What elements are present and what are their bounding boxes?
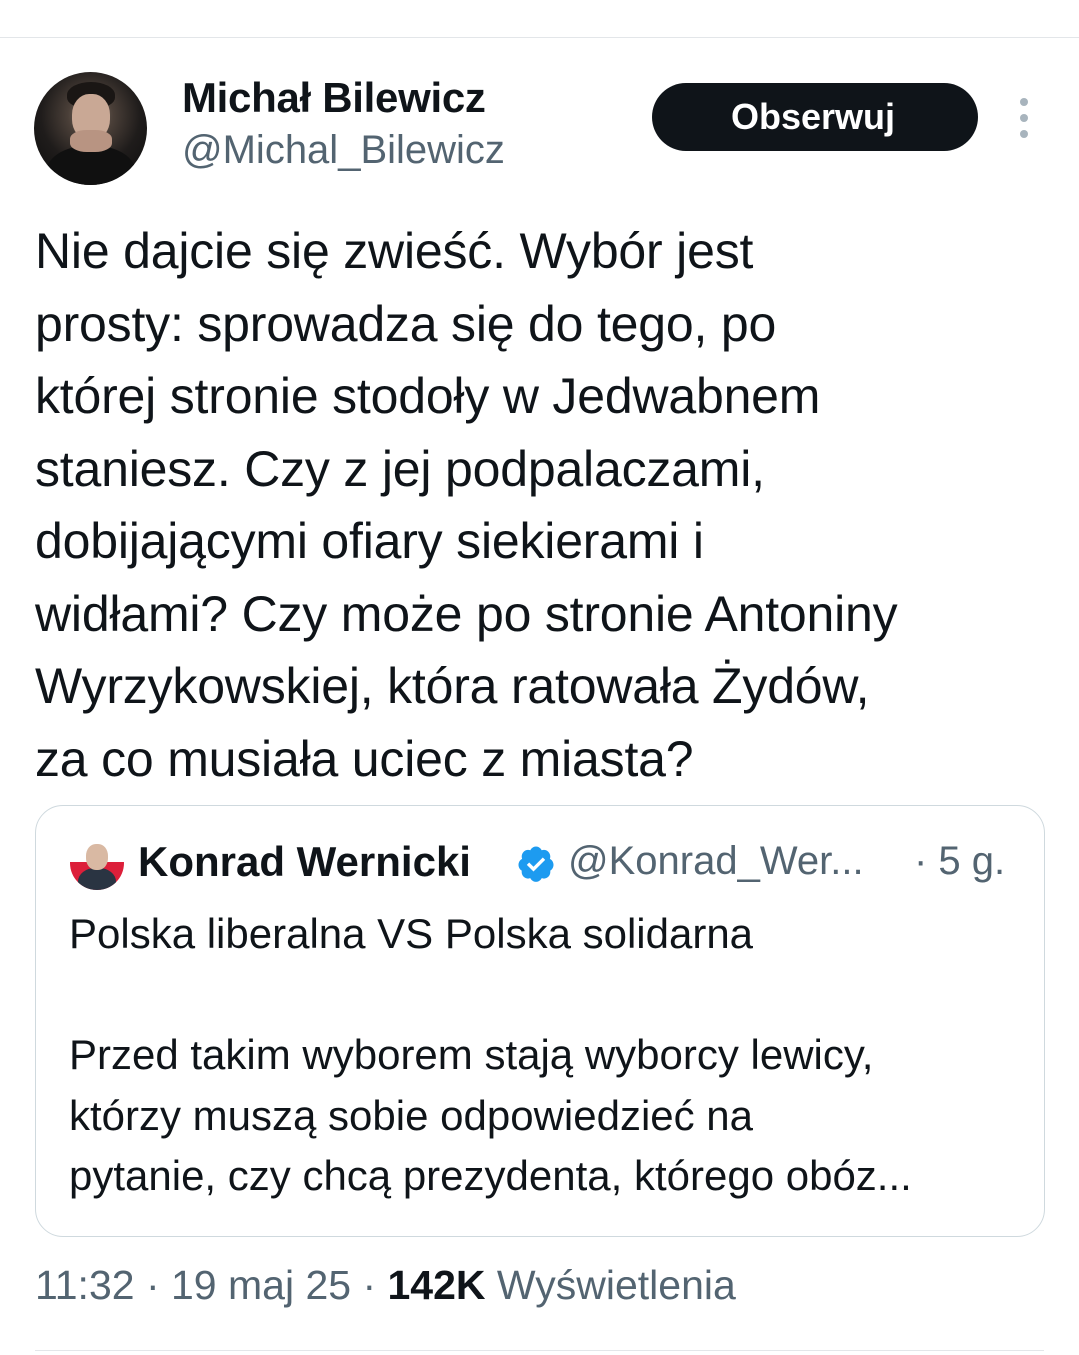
follow-button[interactable]: Obserwuj	[652, 83, 978, 151]
quoted-text: Polska liberalna VS Polska solidarna Prz…	[69, 910, 912, 1199]
more-dot	[1020, 114, 1028, 122]
more-vertical-icon[interactable]	[1012, 98, 1036, 138]
author-handle[interactable]: @Michal_Bilewicz	[182, 128, 505, 173]
avatar-suit	[78, 868, 116, 890]
meta-separator: ·	[134, 1262, 171, 1308]
views-label: Wyświetlenia	[485, 1262, 736, 1308]
tweet-meta: 11:32 · 19 maj 25 · 142K Wyświetlenia	[35, 1262, 736, 1309]
quoted-author-name: Konrad Wernicki	[138, 838, 471, 885]
quoted-author-handle: @Konrad_Wer...	[568, 839, 864, 883]
quoted-time: · 5 g.	[914, 839, 1006, 883]
avatar-head	[86, 844, 108, 870]
top-divider	[0, 37, 1079, 38]
author-name[interactable]: Michał Bilewicz	[182, 74, 486, 122]
tweet-text: Nie dajcie się zwieść. Wybór jest prosty…	[35, 223, 898, 787]
meta-separator: ·	[351, 1262, 388, 1308]
tweet-date[interactable]: 19 maj 25	[171, 1262, 351, 1308]
more-dot	[1020, 98, 1028, 106]
verified-badge-icon	[518, 846, 554, 882]
author-avatar[interactable]	[34, 72, 147, 185]
tweet-time[interactable]: 11:32	[35, 1262, 135, 1308]
quoted-tweet-card[interactable]: Konrad Wernicki @Konrad_Wer... · 5 g. Po…	[35, 805, 1045, 1237]
bottom-divider	[35, 1350, 1044, 1351]
avatar-hands	[70, 130, 112, 152]
views-count: 142K	[387, 1262, 486, 1308]
quoted-author-avatar[interactable]	[70, 836, 124, 890]
more-dot	[1020, 130, 1028, 138]
